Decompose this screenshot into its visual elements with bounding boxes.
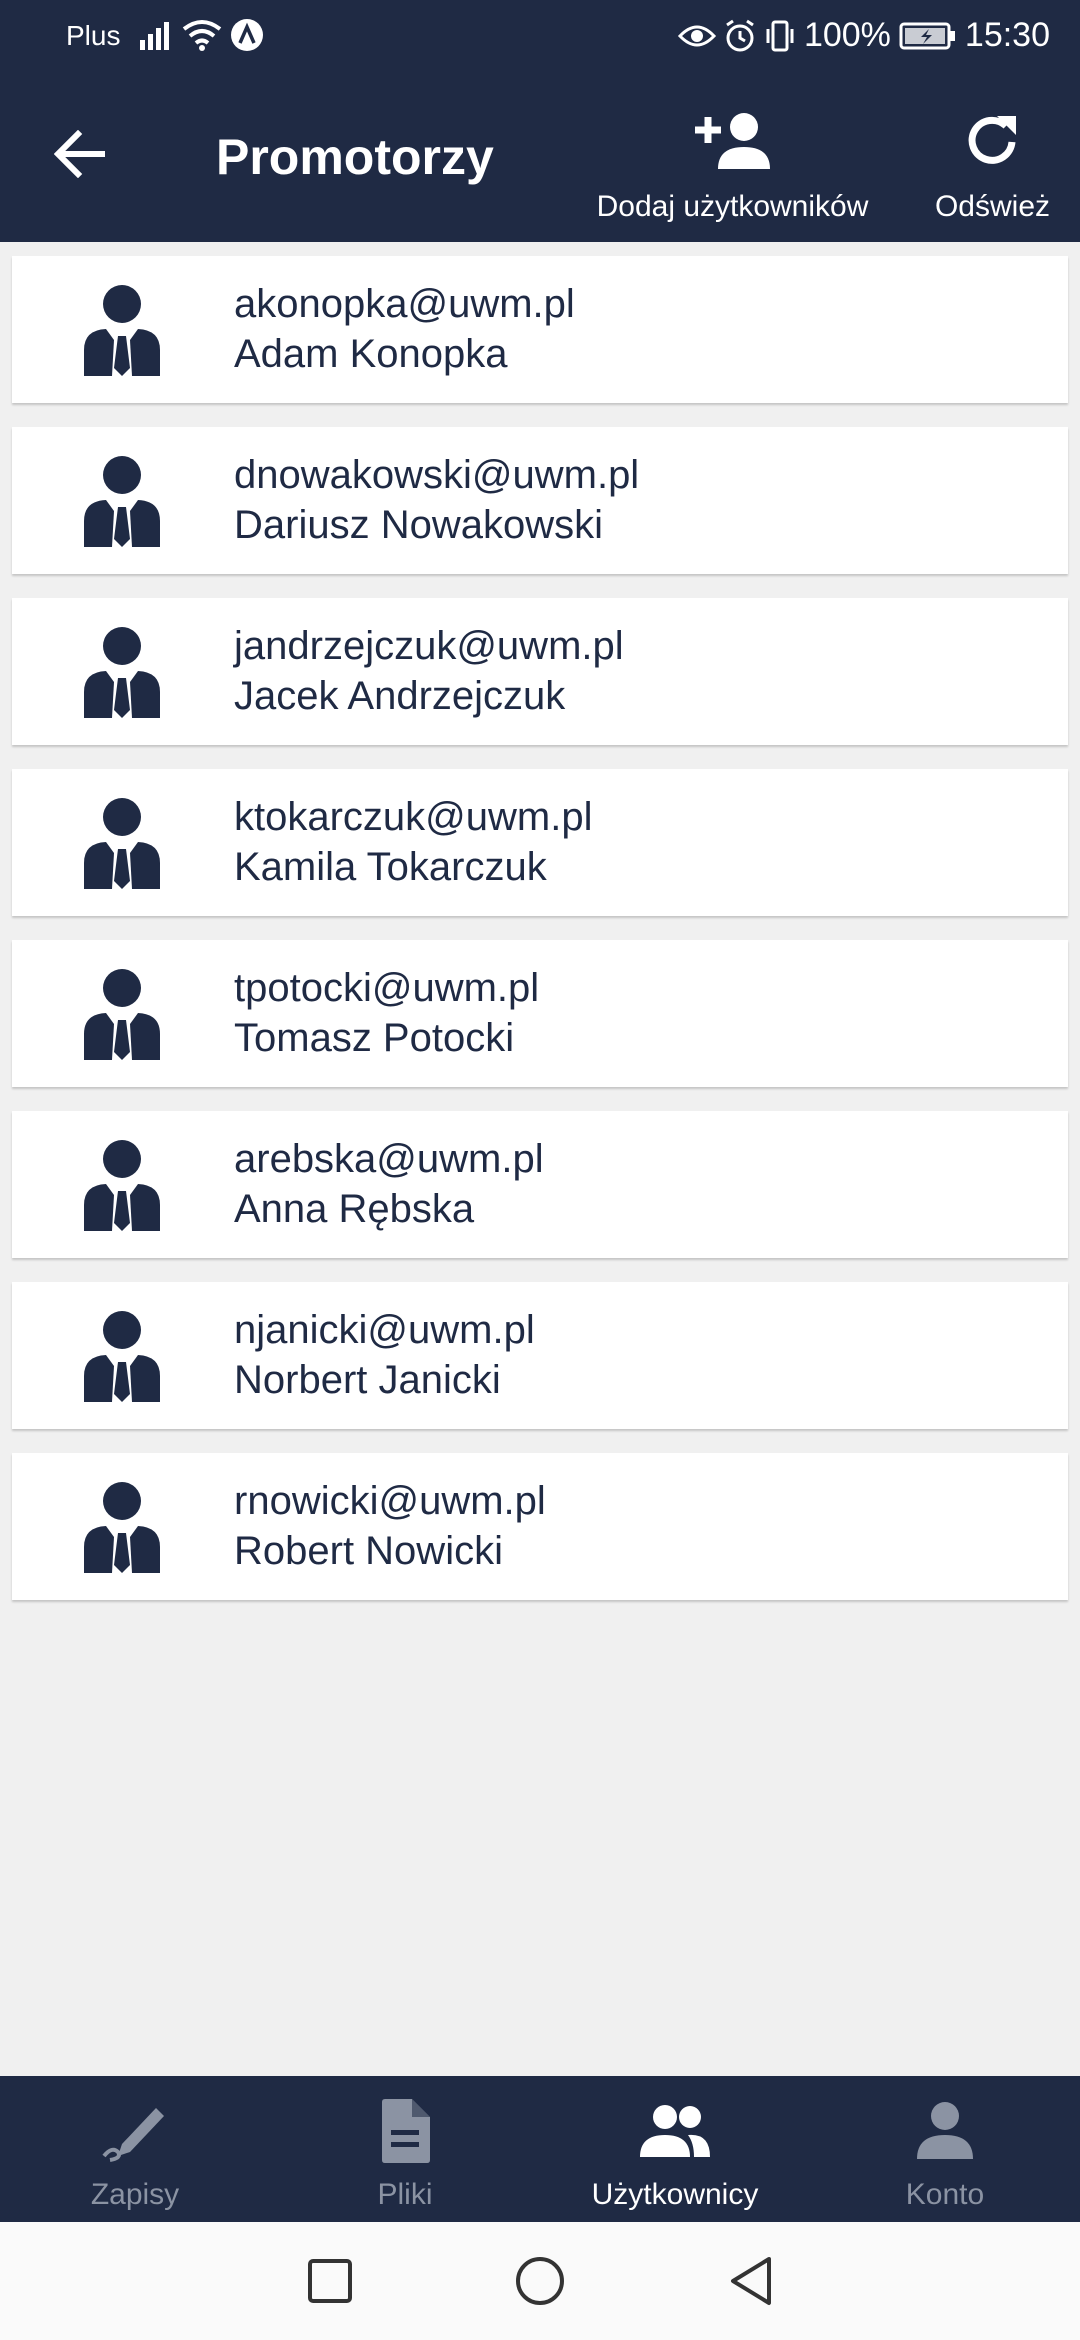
nav-item-pliki[interactable]: Pliki	[270, 2076, 540, 2222]
nav-item-konto[interactable]: Konto	[810, 2076, 1080, 2222]
list-item[interactable]: rnowicki@uwm.pl Robert Nowicki	[12, 1453, 1068, 1600]
people-icon	[640, 2105, 710, 2157]
triangle-back-icon	[731, 2257, 771, 2305]
list-item[interactable]: jandrzejczuk@uwm.pl Jacek Andrzejczuk	[12, 598, 1068, 745]
battery-icon	[899, 22, 955, 49]
arrow-left-icon	[54, 130, 105, 178]
list-item[interactable]: tpotocki@uwm.pl Tomasz Potocki	[12, 940, 1068, 1087]
user-email: ktokarczuk@uwm.pl	[234, 795, 593, 839]
user-name: Robert Nowicki	[234, 1529, 503, 1573]
user-email: akonopka@uwm.pl	[234, 282, 575, 326]
status-right-icons: 100% 15:30	[677, 16, 1050, 55]
user-name: Kamila Tokarczuk	[234, 845, 547, 889]
app-bar: Promotorzy Dodaj użytkowników Odśwież	[0, 76, 1080, 242]
signal-icon	[140, 22, 169, 50]
document-icon	[382, 2099, 430, 2163]
user-email: dnowakowski@uwm.pl	[234, 453, 640, 497]
user-tie-icon	[84, 1311, 160, 1402]
nav-item-uzytkownicy[interactable]: Użytkownicy	[540, 2076, 810, 2222]
user-tie-icon	[84, 798, 160, 889]
back-button[interactable]	[42, 116, 118, 192]
home-button[interactable]	[510, 2251, 570, 2311]
list-item[interactable]: ktokarczuk@uwm.pl Kamila Tokarczuk	[12, 769, 1068, 916]
user-email: tpotocki@uwm.pl	[234, 966, 540, 1010]
add-users-label: Dodaj użytkowników	[596, 190, 869, 223]
user-tie-icon	[84, 1140, 160, 1231]
nav-label-pliki: Pliki	[377, 2178, 433, 2211]
person-add-icon	[694, 113, 770, 169]
user-email: rnowicki@uwm.pl	[234, 1479, 546, 1523]
list-item[interactable]: njanicki@uwm.pl Norbert Janicki	[12, 1282, 1068, 1429]
bottom-nav: Zapisy Pliki Użytkownicy Konto	[0, 2076, 1080, 2222]
alarm-icon	[726, 19, 754, 51]
back-nav-button[interactable]	[720, 2251, 780, 2311]
recents-button[interactable]	[300, 2251, 360, 2311]
page-title: Promotorzy	[216, 129, 494, 185]
user-tie-icon	[84, 456, 160, 547]
user-list: akonopka@uwm.pl Adam Konopka dnowakowski…	[12, 256, 1068, 1624]
user-email: arebska@uwm.pl	[234, 1137, 544, 1181]
vpn-icon	[231, 19, 263, 51]
user-name: Norbert Janicki	[234, 1358, 501, 1402]
nav-label-konto: Konto	[905, 2178, 985, 2211]
nav-label-zapisy: Zapisy	[90, 2178, 180, 2211]
list-item[interactable]: akonopka@uwm.pl Adam Konopka	[12, 256, 1068, 403]
user-tie-icon	[84, 1482, 160, 1573]
list-item[interactable]: arebska@uwm.pl Anna Rębska	[12, 1111, 1068, 1258]
wifi-icon	[182, 20, 222, 51]
vibrate-icon	[766, 20, 794, 51]
list-item[interactable]: dnowakowski@uwm.pl Dariusz Nowakowski	[12, 427, 1068, 574]
user-tie-icon	[84, 627, 160, 718]
refresh-button[interactable]: Odśwież	[930, 106, 1055, 224]
square-icon	[308, 2259, 352, 2303]
system-nav-bar	[0, 2222, 1080, 2340]
pen-icon	[102, 2108, 164, 2162]
user-name: Anna Rębska	[234, 1187, 475, 1231]
nav-item-zapisy[interactable]: Zapisy	[0, 2076, 270, 2222]
user-tie-icon	[84, 969, 160, 1060]
nav-label-uzytkownicy: Użytkownicy	[591, 2178, 759, 2211]
status-bar: Plus 100% 15:30	[0, 0, 1080, 76]
user-name: Adam Konopka	[234, 332, 508, 376]
carrier-label: Plus	[66, 20, 121, 51]
status-left-icons	[140, 18, 264, 52]
circle-icon	[516, 2257, 564, 2305]
refresh-label: Odśwież	[934, 190, 1051, 223]
user-name: Tomasz Potocki	[234, 1016, 515, 1060]
user-tie-icon	[84, 285, 160, 376]
eye-icon	[677, 25, 716, 46]
user-email: jandrzejczuk@uwm.pl	[234, 624, 624, 668]
user-name: Dariusz Nowakowski	[234, 503, 603, 547]
user-email: njanicki@uwm.pl	[234, 1308, 535, 1352]
person-icon	[917, 2102, 973, 2159]
battery-percent: 100%	[803, 16, 891, 54]
refresh-icon	[968, 116, 1016, 164]
add-users-button[interactable]: Dodaj użytkowników	[590, 106, 875, 224]
clock: 15:30	[964, 16, 1050, 54]
user-name: Jacek Andrzejczuk	[234, 674, 566, 718]
